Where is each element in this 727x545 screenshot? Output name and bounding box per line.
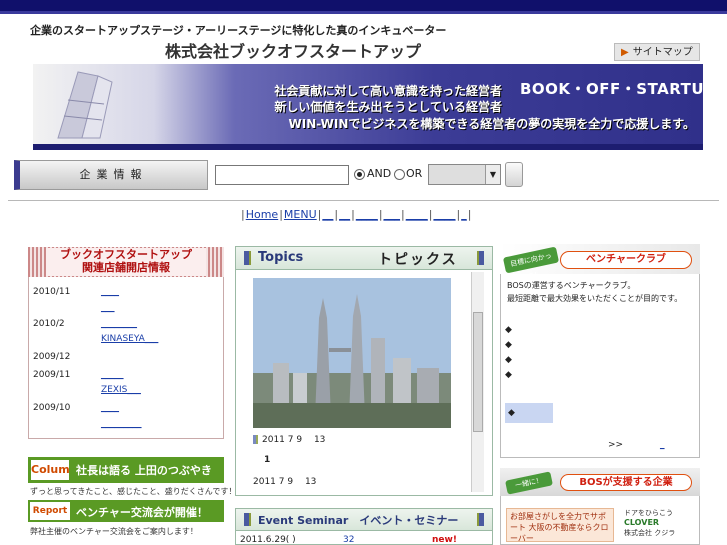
search-button[interactable] [505,162,523,187]
venture-club-title[interactable]: ベンチャークラブ [560,251,692,269]
promo-banner[interactable]: お部屋さがしを全力でサポート 大阪の不動産ならクローバー [506,508,614,543]
report-tag: Report [30,502,70,520]
divider [8,200,719,201]
store-date: 2010/11 [33,287,71,297]
topic-item[interactable]: 2011 7 9 13 [253,432,325,445]
scrollbar-thumb[interactable] [473,312,483,432]
main-nav: |Home|MENU|__|__|____|___|____|____|_| [241,208,472,221]
chevron-down-icon: ▼ [485,165,500,184]
store-link[interactable]: ____ [101,287,119,297]
column-tag: Colum [30,459,70,481]
column-title: 社長は語る 上田のつぶやき [76,464,212,477]
banner-brand: BOOK・OFF・STARTUP [520,80,716,98]
clover-logo: CLOVER [624,518,660,527]
topics-scrollbar[interactable] [471,272,484,492]
event-title: Event Seminar イベント・セミナー [258,514,459,527]
topic-item[interactable]: 1 [264,455,270,465]
report-title: ベンチャー交流会が開催！ [76,506,208,519]
arrow-icon: ▶ [621,47,629,58]
bullet-icon [253,435,258,444]
event-link[interactable]: 32 [343,535,354,545]
company-info-label: 企業情報 [14,160,208,190]
banner-line-1: 社会貢献に対して高い意識を持った経営者 [274,84,502,98]
new-badge: new! [432,535,457,545]
header-bar-icon [477,513,484,526]
venture-selected-item[interactable]: ◆ [505,403,553,423]
nav-item-9[interactable]: _ [461,208,467,221]
store-title-2: 関連店舗開店情報 [82,261,170,274]
venture-item[interactable]: ◆ [505,340,512,350]
support-header: 一緒に！ BOSが支援する企業 [500,468,700,496]
venture-item[interactable]: ◆ [505,370,512,380]
report-banner[interactable]: Report ベンチャー交流会が開催！ [28,500,224,522]
store-link[interactable]: ___ [101,303,115,313]
banner-line-2: 新しい価値を生み出そうとしている経営者 [274,100,502,114]
nav-item-6[interactable]: ___ [384,208,401,221]
nav-item-3[interactable]: __ [322,208,333,221]
nav-menu[interactable]: MENU [284,208,317,221]
venture-link[interactable]: _ [660,440,665,450]
and-label: AND [367,167,392,180]
header-bar-icon [477,251,484,265]
tagline: 企業のスタートアップステージ・アーリーステージに特化した真のインキュベーター [30,24,447,37]
company-name: 株式会社ブックオフスタートアップ [165,42,422,61]
event-date: 2011.6.29( ) [240,535,296,545]
city-skyline-photo [253,278,451,428]
header-bar-icon [244,513,251,526]
store-link-kinaseya[interactable]: KINASEYA___ [101,334,158,344]
topics-title-jp: トピックス [378,252,458,268]
store-date: 2009/11 [33,370,71,380]
or-label: OR [406,167,423,180]
nav-item-8[interactable]: ____ [433,208,455,221]
topics-header: Topics トピックス [236,247,492,270]
nav-home[interactable]: Home [246,208,278,221]
topics-title-en: Topics [258,250,304,265]
store-date: 2010/2 [33,319,65,329]
and-radio[interactable] [354,169,365,180]
clover-company: 株式会社 クジラ [624,529,676,537]
more-link[interactable]: >> [608,440,623,450]
top-bar-accent [0,11,727,14]
report-caption: 弊社主催のベンチャー交流会をご案内します！ [30,527,198,536]
store-link[interactable]: _____ [101,370,124,380]
store-link[interactable]: ____ [101,403,119,413]
nav-item-4[interactable]: __ [339,208,350,221]
building-graphic [57,71,113,139]
search-input[interactable] [215,165,349,185]
nav-item-5[interactable]: ____ [356,208,378,221]
store-info-header: ブックオフスタートアップ 関連店舗開店情報 [28,247,224,277]
topic-item[interactable]: 2011 7 9 13 [253,474,316,487]
store-date: 2009/10 [33,403,71,413]
venture-desc-2: 最短距離で最大効果をいただくことが目的です。 [507,294,683,303]
venture-desc-1: BOSの運営するベンチャークラブ。 [507,281,636,290]
banner-line-3: WIN-WINでビジネスを構築できる経営者の夢の実現を全力で応援します。 [288,117,696,131]
top-bar [0,0,727,11]
venture-club-header: 目標に向かって！ ベンチャークラブ [500,244,700,281]
store-link[interactable]: ________ [101,319,137,329]
store-link-zexis[interactable]: ZEXIS___ [101,385,141,395]
venture-item[interactable]: ◆ [505,325,512,335]
sitemap-label: サイトマップ [632,47,693,58]
store-date: 2009/12 [33,352,71,362]
category-select[interactable]: ▼ [428,164,501,185]
header-bar-icon [244,251,251,265]
together-badge: 一緒に！ [505,471,553,495]
column-banner[interactable]: Colum 社長は語る 上田のつぶやき [28,457,224,483]
store-link[interactable]: _________ [101,419,142,429]
nav-item-7[interactable]: ____ [406,208,428,221]
store-title-1: ブックオフスタートアップ [60,248,192,261]
event-header: Event Seminar イベント・セミナー [236,509,492,531]
column-caption: ずっと思ってきたこと、感じたこと、盛りだくさんです！ [30,487,237,496]
sitemap-link[interactable]: ▶ サイトマップ [614,43,700,61]
clover-tagline: ドアをひらこう [624,509,673,517]
venture-item[interactable]: ◆ [505,355,512,365]
support-title[interactable]: BOSが支援する企業 [560,474,692,491]
clover-banner[interactable]: ドアをひらこう CLOVER 株式会社 クジラ [624,508,696,542]
or-radio[interactable] [394,169,405,180]
goal-badge: 目標に向かって！ [502,246,560,281]
